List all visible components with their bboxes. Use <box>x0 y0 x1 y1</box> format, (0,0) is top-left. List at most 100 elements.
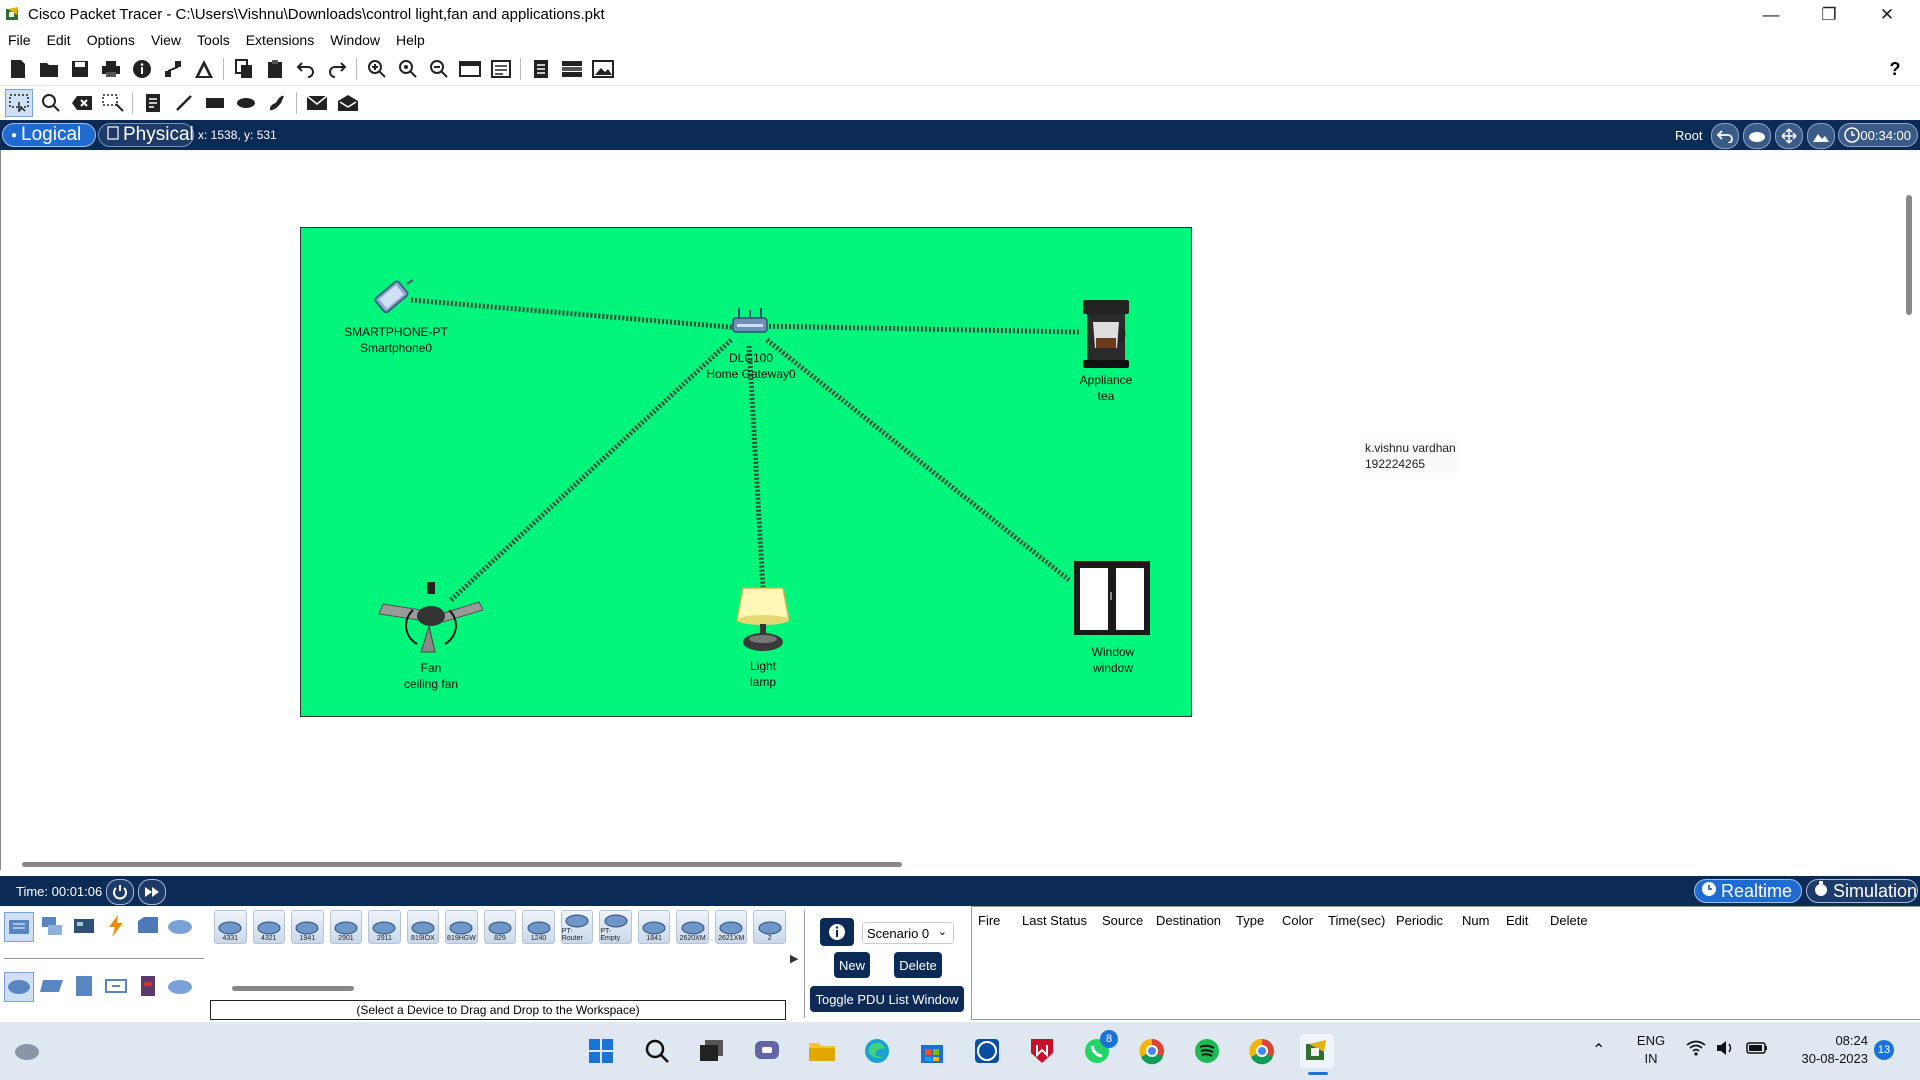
wireless-devices-icon[interactable] <box>102 972 130 1000</box>
place-note-icon[interactable] <box>140 90 166 116</box>
move-object-icon[interactable] <box>1775 123 1803 149</box>
ipc-manager-icon[interactable] <box>559 56 585 82</box>
edge-browser-icon[interactable] <box>860 1034 894 1068</box>
device-tile[interactable]: PT-Router <box>560 910 594 944</box>
custom-device-dialog-icon[interactable] <box>488 56 514 82</box>
task-view-icon[interactable] <box>695 1034 729 1068</box>
device-tile[interactable]: 1240 <box>522 910 555 944</box>
menu-view[interactable]: View <box>143 30 189 52</box>
delete-tool-icon[interactable] <box>69 90 95 116</box>
chrome-profile-icon[interactable] <box>1245 1034 1279 1068</box>
view-command-log-icon[interactable] <box>528 56 554 82</box>
zoom-out-icon[interactable] <box>426 56 452 82</box>
back-icon[interactable] <box>1711 123 1739 149</box>
connections-icon[interactable] <box>102 912 130 940</box>
draw-line-icon[interactable] <box>171 90 197 116</box>
switches-icon[interactable] <box>38 972 66 1000</box>
miscellaneous-icon[interactable] <box>134 912 162 940</box>
notification-count[interactable]: 13 <box>1874 1040 1894 1060</box>
zoom-reset-icon[interactable] <box>395 56 421 82</box>
device-list-scrollbar[interactable] <box>232 986 354 991</box>
minimize-button[interactable]: — <box>1742 0 1800 30</box>
teams-chat-icon[interactable] <box>750 1034 784 1068</box>
open-folder-icon[interactable] <box>36 56 62 82</box>
hubs-icon[interactable] <box>70 972 98 1000</box>
copy-icon[interactable] <box>231 56 257 82</box>
spotify-icon[interactable] <box>1190 1034 1224 1068</box>
network-wizard-icon[interactable] <box>160 56 186 82</box>
delete-scenario-button[interactable]: Delete <box>894 952 942 978</box>
horizontal-scrollbar[interactable] <box>22 862 902 867</box>
info-icon[interactable] <box>129 56 155 82</box>
paste-icon[interactable] <box>262 56 288 82</box>
routers-icon[interactable] <box>4 972 34 1002</box>
device-tile[interactable]: 2911 <box>368 910 401 944</box>
add-simple-pdu-icon[interactable] <box>304 90 330 116</box>
expand-arrow-icon[interactable]: ▶ <box>790 952 798 965</box>
toggle-pdu-list-button[interactable]: Toggle PDU List Window <box>810 986 964 1012</box>
menu-file[interactable]: File <box>0 30 39 52</box>
link-gateway-appliance[interactable] <box>756 323 1082 335</box>
device-tile[interactable]: 1841 <box>637 910 671 944</box>
set-background-icon[interactable] <box>1807 123 1835 149</box>
new-scenario-button[interactable]: New <box>834 952 870 978</box>
add-complex-pdu-icon[interactable] <box>335 90 361 116</box>
save-icon[interactable] <box>67 56 93 82</box>
mcafee-icon[interactable] <box>1025 1034 1059 1068</box>
volume-icon[interactable] <box>1716 1040 1736 1059</box>
physical-tab[interactable]: Physical <box>98 123 194 147</box>
fast-forward-button[interactable] <box>138 879 166 905</box>
multiuser-icon[interactable] <box>166 912 194 940</box>
freeform-icon[interactable] <box>264 90 290 116</box>
dell-app-icon[interactable] <box>970 1034 1004 1068</box>
smartphone-device[interactable] <box>369 278 415 323</box>
home-gateway-device[interactable] <box>729 306 771 343</box>
end-devices-icon[interactable] <box>38 912 66 940</box>
device-tile[interactable]: 2901 <box>329 910 363 944</box>
chrome-icon[interactable] <box>1135 1034 1169 1068</box>
menu-options[interactable]: Options <box>79 30 143 52</box>
device-tile[interactable]: 2621XM <box>714 910 748 944</box>
file-explorer-icon[interactable] <box>805 1034 839 1068</box>
menu-edit[interactable]: Edit <box>39 30 79 52</box>
network-devices-icon[interactable] <box>4 912 34 942</box>
ceiling-fan-device[interactable] <box>373 582 489 661</box>
device-tile[interactable]: 4331 <box>214 910 247 944</box>
menu-window[interactable]: Window <box>322 30 388 52</box>
draw-rectangle-icon[interactable] <box>202 90 228 116</box>
microsoft-store-icon[interactable] <box>915 1034 949 1068</box>
home-cluster-area[interactable]: SMARTPHONE-PT Smartphone0 DLC100 Home Ga… <box>300 227 1192 717</box>
wan-emulation-icon[interactable] <box>166 972 194 1000</box>
device-tile[interactable]: 829 <box>483 910 517 944</box>
workspace-note[interactable]: k.vishnu vardhan 192224265 <box>1362 439 1459 473</box>
window-device[interactable] <box>1073 560 1151 639</box>
vertical-scrollbar[interactable] <box>1906 195 1912 315</box>
start-icon[interactable] <box>584 1034 618 1068</box>
close-button[interactable]: ✕ <box>1858 0 1916 30</box>
activity-wizard-icon[interactable] <box>191 56 217 82</box>
device-tile[interactable]: 2620XM <box>676 910 709 944</box>
device-tile[interactable]: 819HGW <box>445 910 478 944</box>
simulation-mode-button[interactable]: Simulation <box>1806 879 1918 903</box>
restore-button[interactable]: ❐ <box>1800 0 1858 30</box>
device-tile[interactable]: 2 <box>753 910 786 944</box>
appliance-device[interactable] <box>1079 300 1133 373</box>
security-icon[interactable] <box>134 972 162 1000</box>
scenario-select[interactable]: Scenario 0 ⌄ <box>862 922 954 944</box>
menu-tools[interactable]: Tools <box>189 30 238 52</box>
menu-extensions[interactable]: Extensions <box>238 30 322 52</box>
cluster-cloud-icon[interactable] <box>1743 123 1771 149</box>
device-tile[interactable]: 819IOX <box>406 910 440 944</box>
print-icon[interactable] <box>98 56 124 82</box>
weather-widget-icon[interactable] <box>10 1034 44 1068</box>
search-icon[interactable] <box>640 1034 674 1068</box>
battery-icon[interactable] <box>1746 1041 1768 1058</box>
power-cycle-button[interactable] <box>106 879 134 905</box>
device-tile[interactable]: 4321 <box>252 910 286 944</box>
packet-tracer-taskbar-icon[interactable] <box>1300 1034 1334 1068</box>
link-gateway-light[interactable] <box>746 345 766 589</box>
chevron-up-icon[interactable]: ⌃ <box>1592 1040 1605 1060</box>
wifi-icon[interactable] <box>1686 1040 1706 1059</box>
resize-shape-icon[interactable] <box>100 90 126 116</box>
device-tile[interactable]: PT-Empty <box>599 910 632 944</box>
